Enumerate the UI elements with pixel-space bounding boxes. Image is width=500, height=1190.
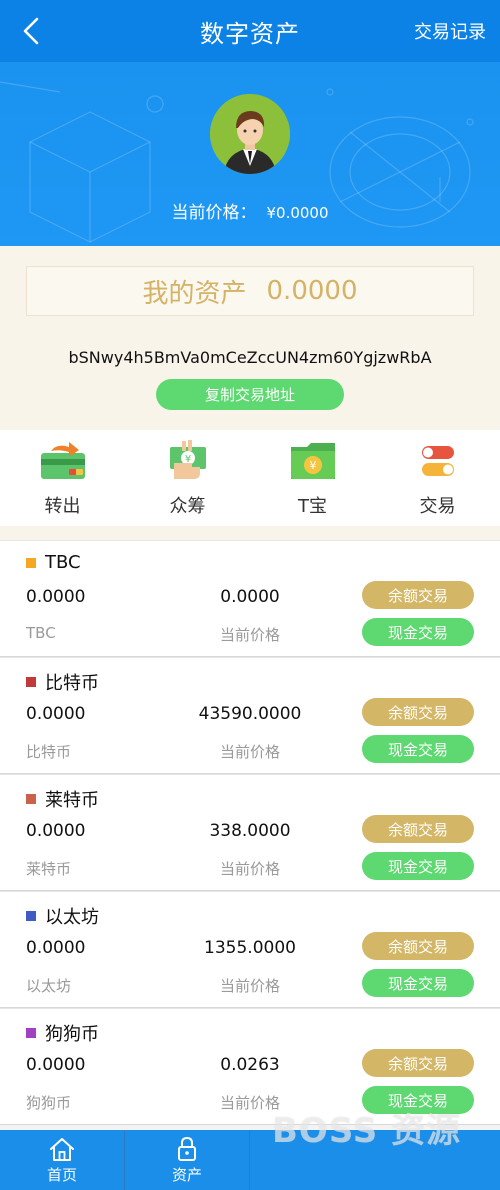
coin-balance: 0.0000 [26,704,86,724]
coin-price: 0.0263 [220,1055,280,1075]
my-assets-label: 我的资产 [142,278,247,309]
cash-trade-button[interactable]: 现金交易 [362,969,474,997]
coin-sub-name: TBC [26,624,56,642]
balance-trade-button[interactable]: 余额交易 [362,698,474,726]
cash-trade-button[interactable]: 现金交易 [362,852,474,880]
transaction-records-link[interactable]: 交易记录 [414,18,486,44]
coin-name: TBC [45,552,81,573]
coin-name: 比特币 [45,673,99,694]
coin-color-marker [26,677,36,687]
coin-sub-name: 狗狗币 [26,1094,72,1112]
balance-trade-button[interactable]: 余额交易 [362,581,474,609]
coin-row-bitcoin: 比特币 0.0000 43590.0000 比特币 当前价格 余额交易 现金交易 [0,657,500,774]
coin-sub-name: 比特币 [26,743,72,761]
cash-trade-button[interactable]: 现金交易 [362,735,474,763]
home-icon [50,1137,74,1161]
coin-price: 338.0000 [209,821,291,841]
current-price-line: 当前价格： ¥0.0000 [0,198,500,223]
coin-price-label: 当前价格 [219,1094,280,1112]
user-avatar[interactable] [210,94,290,174]
coin-list: TBC 0.0000 0.0000 TBC 当前价格 余额交易 现金交易 比特币… [0,540,500,1125]
coin-price-label: 当前价格 [219,743,280,761]
copy-address-button[interactable]: 复制交易地址 [156,379,344,410]
coin-price: 1355.0000 [204,938,296,958]
balance-trade-button[interactable]: 余额交易 [362,1049,474,1077]
coin-name: 莱特币 [45,790,99,811]
action-transfer-out-label: 转出 [44,496,81,517]
section-divider [0,526,500,540]
crowdfund-hand-icon: ¥ [163,438,213,484]
tab-assets[interactable]: 资产 [125,1130,250,1190]
bottom-tab-bar: 首页 资产 [0,1130,500,1190]
action-crowdfund-label: 众筹 [169,496,206,517]
page-title: 数字资产 [200,19,300,48]
svg-text:¥: ¥ [309,459,316,472]
coin-sub-name: 莱特币 [26,860,72,878]
action-trade-label: 交易 [419,496,456,517]
tab-home[interactable]: 首页 [0,1130,125,1190]
my-assets-box: 我的资产 0.0000 [26,266,474,316]
yuan-folder-icon: ¥ [288,438,338,484]
lock-icon [178,1136,196,1161]
balance-trade-button[interactable]: 余额交易 [362,815,474,843]
action-transfer-out[interactable]: 转出 [0,430,125,526]
action-t-bao[interactable]: ¥ T宝 [250,430,375,526]
coin-color-marker [26,911,36,921]
coin-sub-name: 以太坊 [26,977,72,995]
coin-row-ethereum: 以太坊 0.0000 1355.0000 以太坊 当前价格 余额交易 现金交易 [0,891,500,1008]
businessman-avatar-icon [210,94,290,174]
coin-price-label: 当前价格 [219,860,280,878]
action-trade[interactable]: 交易 [375,430,500,526]
chevron-left-icon [23,17,39,45]
top-bar: 数字资产 交易记录 [0,0,500,62]
wallet-address: bSNwy4h5BmVa0mCeZccUN4zm60YgjzwRbA [68,348,432,367]
transfer-card-icon [38,438,88,484]
balance-trade-button[interactable]: 余额交易 [362,932,474,960]
coin-balance: 0.0000 [26,938,86,958]
tab-assets-label: 资产 [171,1165,202,1184]
current-price-label: 当前价格： [171,203,257,223]
back-button[interactable] [14,14,48,48]
toggle-switch-icon [413,438,463,484]
coin-price: 0.0000 [220,587,280,607]
current-price-value: ¥0.0000 [266,204,329,222]
coin-price-label: 当前价格 [219,626,280,644]
coin-row-litecoin: 莱特币 0.0000 338.0000 莱特币 当前价格 余额交易 现金交易 [0,774,500,891]
coin-balance: 0.0000 [26,1055,86,1075]
my-assets-value: 0.0000 [266,276,358,306]
cash-trade-button[interactable]: 现金交易 [362,1086,474,1114]
my-assets-panel: 我的资产 0.0000 bSNwy4h5BmVa0mCeZccUN4zm60Yg… [0,246,500,430]
tab-home-label: 首页 [46,1165,77,1184]
coin-name: 以太坊 [45,907,99,928]
coin-color-marker [26,794,36,804]
action-t-bao-label: T宝 [298,496,327,517]
hero-banner: 当前价格： ¥0.0000 [0,62,500,246]
coin-color-marker [26,557,36,568]
quick-actions: 转出 ¥ 众筹 ¥ T宝 交易 [0,430,500,526]
action-crowdfund[interactable]: ¥ 众筹 [125,430,250,526]
coin-balance: 0.0000 [26,821,86,841]
cash-trade-button[interactable]: 现金交易 [362,618,474,646]
coin-price-label: 当前价格 [219,977,280,995]
coin-row-dogecoin: 狗狗币 0.0000 0.0263 狗狗币 当前价格 余额交易 现金交易 [0,1008,500,1125]
coin-row-tbc: TBC 0.0000 0.0000 TBC 当前价格 余额交易 现金交易 [0,540,500,657]
coin-name: 狗狗币 [45,1024,99,1045]
coin-price: 43590.0000 [198,704,302,724]
coin-balance: 0.0000 [26,587,86,607]
coin-color-marker [26,1028,36,1038]
